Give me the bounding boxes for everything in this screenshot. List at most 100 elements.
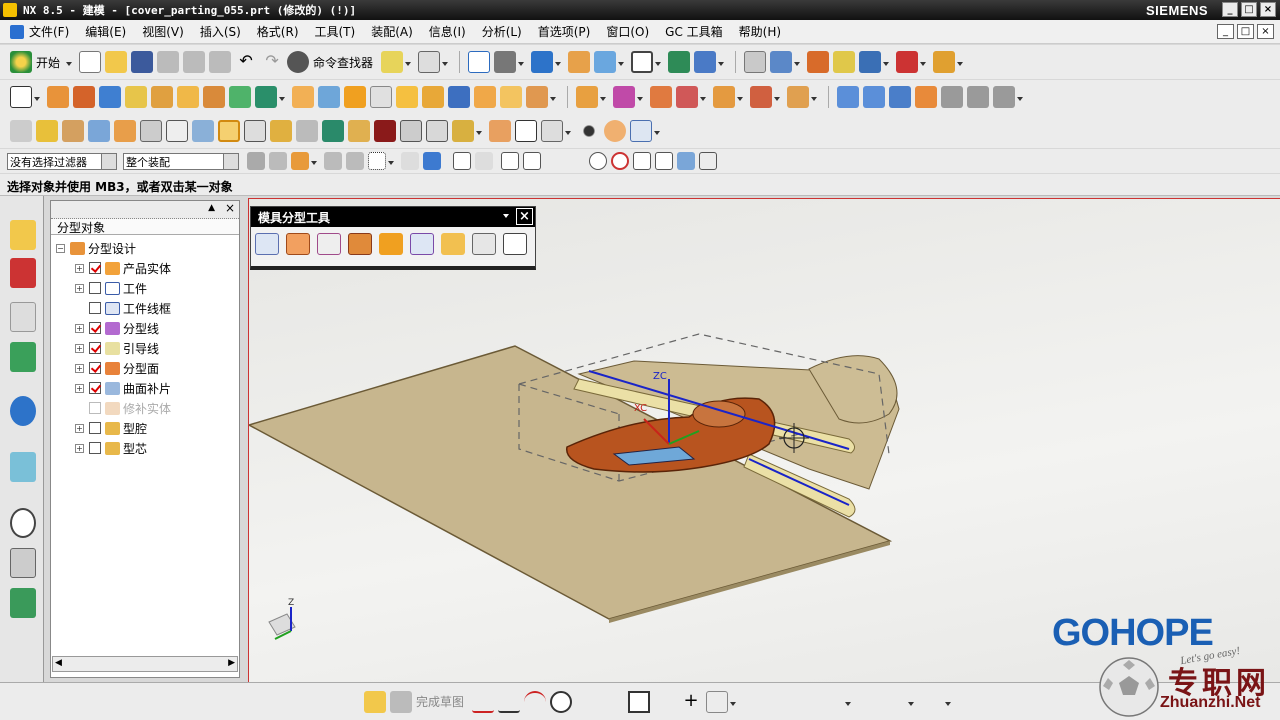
command-finder-label[interactable]: 命令查找器 — [313, 54, 373, 71]
tree-node-parting-line[interactable]: + 分型线 — [75, 319, 159, 337]
trim-body-icon[interactable] — [448, 86, 470, 108]
internet-explorer-icon[interactable] — [10, 396, 36, 426]
parting-tools-icon[interactable] — [192, 120, 214, 142]
workpiece-tool-icon[interactable] — [114, 120, 136, 142]
arc-icon[interactable] — [524, 690, 547, 713]
mold-wizard-icon[interactable] — [10, 120, 32, 142]
swept-icon[interactable] — [889, 86, 911, 108]
pad-icon[interactable] — [177, 86, 199, 108]
tree-node-patch-solid[interactable]: 修补实体 — [89, 399, 171, 417]
menu-file[interactable]: 文件(F) — [29, 23, 69, 40]
parting-tools-active-icon[interactable] — [218, 120, 240, 142]
sketch-dropdown[interactable] — [34, 86, 41, 108]
sketch-icon[interactable] — [364, 690, 386, 713]
open-folder-icon[interactable] — [105, 51, 128, 73]
select-feature-icon[interactable] — [291, 152, 309, 170]
render-style-dropdown[interactable] — [518, 51, 525, 73]
start-icon[interactable] — [10, 51, 32, 73]
collapse-icon[interactable]: − — [56, 243, 65, 253]
define-cavity-core-icon[interactable] — [441, 233, 465, 255]
project-init-icon[interactable] — [36, 120, 58, 142]
shell-icon[interactable] — [396, 86, 418, 108]
mirror-curve-icon[interactable] — [858, 690, 881, 713]
subtract-icon[interactable] — [318, 86, 340, 108]
doc-restore-button[interactable]: □ — [1237, 24, 1254, 39]
tree-node-guide-line[interactable]: + 引导线 — [75, 339, 159, 357]
visibility-checkbox[interactable] — [89, 362, 101, 374]
menu-view[interactable]: 视图(V) — [142, 23, 184, 40]
profile-icon[interactable] — [472, 690, 495, 713]
expand-icon[interactable]: + — [75, 383, 84, 393]
menu-help[interactable]: 帮助(H) — [739, 23, 781, 40]
measure-distance-dropdown[interactable] — [920, 51, 927, 73]
pull-face-icon[interactable] — [750, 86, 772, 108]
tree-node-parting-surface[interactable]: + 分型面 — [75, 359, 159, 377]
menu-preferences[interactable]: 首选项(P) — [538, 23, 591, 40]
snap-existing-icon[interactable] — [475, 152, 493, 170]
hole-icon[interactable] — [99, 86, 121, 108]
through-curves-icon[interactable] — [837, 86, 859, 108]
existing-point-icon[interactable] — [633, 152, 651, 170]
intersection-point-icon[interactable] — [567, 152, 585, 170]
wcs-dynamics-icon[interactable] — [668, 51, 691, 73]
pocket-mold-icon[interactable] — [515, 120, 537, 142]
design-parting-surface-icon[interactable] — [379, 233, 403, 255]
unite-icon[interactable] — [292, 86, 314, 108]
visibility-checkbox[interactable] — [89, 442, 101, 454]
menu-assembly[interactable]: 装配(A) — [371, 23, 413, 40]
deselect-icon[interactable] — [324, 152, 342, 170]
revolve-icon[interactable] — [73, 86, 95, 108]
edge-blend-icon[interactable] — [344, 86, 366, 108]
background-dropdown[interactable] — [655, 51, 662, 73]
offset-face-icon[interactable] — [500, 86, 522, 108]
menu-window[interactable]: 窗口(O) — [606, 23, 649, 40]
cooling-icon[interactable] — [426, 120, 448, 142]
doc-minimize-button[interactable]: _ — [1217, 24, 1234, 39]
palette-dropdown-icon[interactable] — [503, 214, 509, 218]
point-icon[interactable]: + — [680, 690, 703, 713]
undo-icon[interactable]: ↶ — [235, 51, 258, 73]
view-manager-icon[interactable] — [578, 120, 600, 142]
part-navigator-icon[interactable] — [10, 302, 36, 332]
point-on-curve-icon[interactable] — [655, 152, 673, 170]
doc-close-button[interactable]: × — [1257, 24, 1274, 39]
resize-face-icon[interactable] — [713, 86, 735, 108]
layer-settings-icon[interactable] — [744, 51, 767, 73]
wcs-origin-icon[interactable] — [694, 51, 717, 73]
minimize-button[interactable]: _ — [1222, 2, 1238, 17]
start-dropdown[interactable] — [66, 51, 73, 73]
finish-sketch-icon[interactable] — [390, 690, 412, 713]
slot-icon[interactable] — [203, 86, 225, 108]
studio-spline-icon[interactable] — [706, 690, 729, 713]
settings-icon[interactable] — [247, 152, 265, 170]
synchronous-dropdown[interactable] — [811, 86, 818, 108]
visibility-checkbox[interactable] — [89, 342, 101, 354]
groove-icon[interactable] — [229, 86, 251, 108]
backup-parting-patch-icon[interactable] — [503, 233, 527, 255]
drawing-icon[interactable] — [541, 120, 563, 142]
draft-icon[interactable] — [422, 86, 444, 108]
region-analysis-icon[interactable] — [255, 233, 279, 255]
constraint-navigator-icon[interactable] — [10, 258, 36, 288]
select-all-icon[interactable] — [269, 152, 287, 170]
expand-icon[interactable]: + — [75, 323, 84, 333]
quick-trim-icon[interactable] — [743, 690, 766, 713]
gate-icon[interactable] — [374, 120, 396, 142]
pull-face-dropdown[interactable] — [774, 86, 781, 108]
graphics-window[interactable]: ZC XC Z — [247, 198, 1280, 682]
check-regions-icon[interactable] — [286, 233, 310, 255]
menu-gc-toolbox[interactable]: GC 工具箱 — [665, 23, 723, 40]
offset-surface-icon[interactable] — [967, 86, 989, 108]
visibility-checkbox[interactable] — [89, 322, 101, 334]
rapid-dimension-icon[interactable] — [884, 690, 907, 713]
mold-tools-icon[interactable] — [166, 120, 188, 142]
background-icon[interactable] — [631, 51, 654, 73]
wcs-dropdown[interactable] — [718, 51, 725, 73]
arc-center-icon[interactable] — [589, 152, 607, 170]
move-object-icon[interactable] — [770, 51, 793, 73]
quadrant-point-icon[interactable] — [611, 152, 629, 170]
fit-view-icon[interactable] — [468, 51, 491, 73]
expand-icon[interactable]: + — [75, 343, 84, 353]
delete-face-icon[interactable] — [650, 86, 672, 108]
pocket-icon[interactable] — [151, 86, 173, 108]
